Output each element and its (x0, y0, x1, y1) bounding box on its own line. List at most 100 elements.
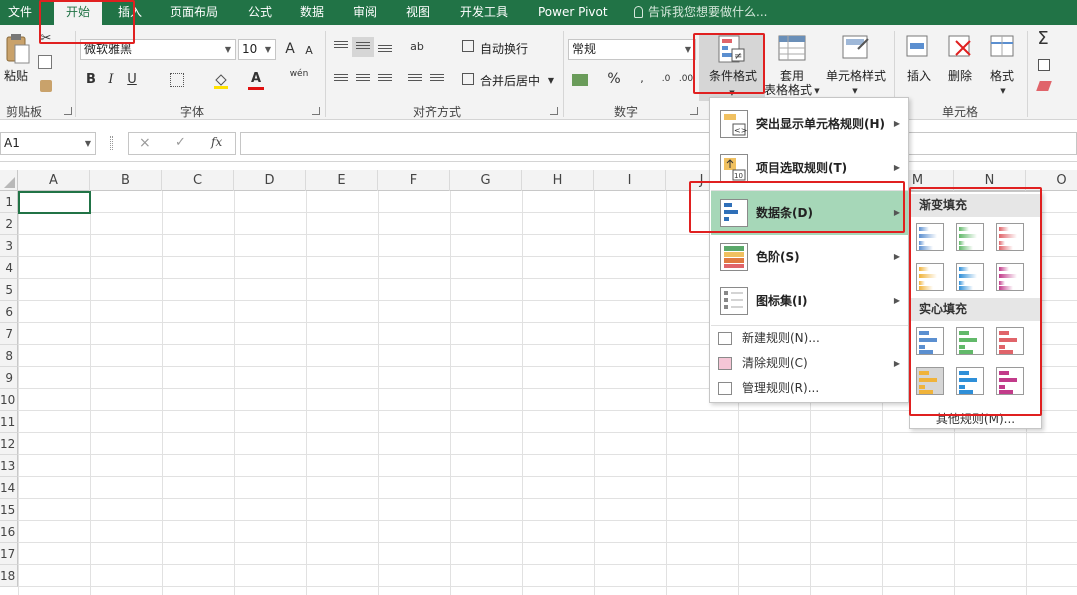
paste-button[interactable] (4, 33, 30, 67)
name-box[interactable]: A1 ▼ (0, 132, 96, 155)
align-center-icon[interactable] (356, 74, 370, 86)
resize-handle[interactable] (110, 136, 113, 150)
active-cell[interactable] (18, 191, 91, 214)
clipboard-launcher-icon[interactable] (64, 107, 72, 115)
align-right-icon[interactable] (378, 74, 392, 86)
row-header[interactable]: 17 (0, 543, 18, 565)
row-header[interactable]: 2 (0, 213, 18, 235)
menu-item-icon-sets[interactable]: 图标集(I) ▶ (711, 279, 908, 323)
menu-item-new-rule[interactable]: 新建规则(N)... (711, 326, 908, 351)
shrink-font-button[interactable]: A (302, 43, 316, 59)
font-launcher-icon[interactable] (312, 107, 320, 115)
column-header[interactable]: I (594, 170, 666, 191)
column-header[interactable]: G (450, 170, 522, 191)
row-header[interactable]: 9 (0, 367, 18, 389)
chevron-down-icon[interactable]: ▼ (998, 83, 1008, 99)
row-header[interactable]: 3 (0, 235, 18, 257)
decrease-decimal-icon[interactable]: .00 (678, 71, 694, 87)
cell-styles-button[interactable]: 单元格样式 (826, 67, 886, 84)
row-header[interactable]: 16 (0, 521, 18, 543)
tab-data[interactable]: 数据 (294, 0, 330, 25)
menu-item-manage-rules[interactable]: 管理规则(R)... (711, 376, 908, 401)
align-left-icon[interactable] (334, 74, 348, 86)
tab-page-layout[interactable]: 页面布局 (164, 0, 224, 25)
menu-item-color-scales[interactable]: 色阶(S) ▶ (711, 235, 908, 279)
row-header[interactable]: 1 (0, 191, 18, 213)
align-top-icon[interactable] (334, 41, 348, 53)
row-header[interactable]: 4 (0, 257, 18, 279)
row-header[interactable]: 10 (0, 389, 18, 411)
comma-style-icon[interactable]: , (632, 71, 652, 87)
autosum-icon[interactable]: Σ (1034, 30, 1052, 48)
formula-input[interactable] (240, 132, 1077, 155)
delete-cells-icon[interactable] (948, 35, 974, 63)
row-header[interactable]: 11 (0, 411, 18, 433)
format-as-table-icon[interactable] (778, 35, 808, 63)
tab-formulas[interactable]: 公式 (242, 0, 278, 25)
merge-center-button[interactable]: 合并后居中 (480, 72, 540, 89)
row-header[interactable]: 6 (0, 301, 18, 323)
orientation-icon[interactable]: ab (408, 39, 426, 55)
column-header[interactable]: A (18, 170, 90, 191)
bold-button[interactable]: B (84, 72, 98, 88)
grow-font-button[interactable]: A (282, 41, 298, 57)
row-header[interactable]: 13 (0, 455, 18, 477)
fill-color-button[interactable] (213, 73, 229, 89)
number-format-combo[interactable]: 常规 ▼ (568, 39, 696, 60)
decrease-indent-icon[interactable] (408, 74, 422, 86)
select-all-button[interactable] (0, 170, 18, 191)
format-as-table-label-2[interactable]: 表格格式 (764, 81, 812, 98)
row-header[interactable]: 8 (0, 345, 18, 367)
row-header[interactable]: 15 (0, 499, 18, 521)
increase-indent-icon[interactable] (430, 74, 444, 86)
insert-cells-button[interactable]: 插入 (907, 67, 931, 84)
cancel-icon[interactable]: × (139, 135, 151, 151)
column-header[interactable]: E (306, 170, 378, 191)
enter-icon[interactable]: ✓ (175, 135, 186, 150)
tab-file[interactable]: 文件 (2, 0, 38, 25)
column-header[interactable]: D (234, 170, 306, 191)
delete-cells-button[interactable]: 删除 (948, 67, 972, 84)
fill-down-icon[interactable] (1038, 59, 1050, 71)
row-header[interactable]: 5 (0, 279, 18, 301)
tab-view[interactable]: 视图 (400, 0, 436, 25)
borders-icon[interactable] (170, 73, 184, 87)
accounting-format-icon[interactable] (572, 74, 588, 86)
percent-button[interactable]: % (606, 71, 622, 87)
row-header[interactable]: 7 (0, 323, 18, 345)
tell-me-search[interactable]: 告诉我您想要做什么... (634, 0, 767, 25)
copy-icon[interactable] (38, 55, 52, 69)
insert-cells-icon[interactable] (906, 35, 930, 63)
column-header[interactable]: C (162, 170, 234, 191)
column-header[interactable]: B (90, 170, 162, 191)
cell-styles-icon[interactable] (842, 35, 872, 63)
align-bottom-icon[interactable] (378, 45, 392, 57)
increase-decimal-icon[interactable]: .0 (658, 71, 674, 87)
menu-item-clear-rules[interactable]: 清除规则(C) ▶ (711, 351, 908, 376)
chevron-down-icon[interactable]: ▼ (546, 73, 556, 89)
font-size-combo[interactable]: 10 ▼ (238, 39, 276, 60)
column-header[interactable]: F (378, 170, 450, 191)
format-cells-icon[interactable] (990, 35, 1016, 63)
row-header[interactable]: 14 (0, 477, 18, 499)
menu-item-highlight-rules[interactable]: <> 突出显示单元格规则(H) ▶ (711, 102, 908, 146)
italic-button[interactable]: I (104, 72, 118, 88)
phonetic-button[interactable]: wén (288, 69, 310, 79)
insert-function-button[interactable]: fx (211, 135, 222, 149)
column-header[interactable]: H (522, 170, 594, 191)
row-header[interactable]: 18 (0, 565, 18, 587)
row-header[interactable]: 12 (0, 433, 18, 455)
tab-power-pivot[interactable]: Power Pivot (532, 0, 614, 25)
wrap-text-button[interactable]: 自动换行 (480, 40, 528, 57)
eraser-icon[interactable] (1036, 81, 1052, 91)
tab-developer[interactable]: 开发工具 (454, 0, 514, 25)
alignment-launcher-icon[interactable] (550, 107, 558, 115)
format-cells-button[interactable]: 格式 (990, 67, 1014, 84)
annotation-box-data-bars (689, 181, 905, 233)
format-painter-icon[interactable] (40, 80, 52, 92)
underline-button[interactable]: U (125, 72, 139, 88)
align-middle-button[interactable] (352, 37, 374, 57)
number-launcher-icon[interactable] (690, 107, 698, 115)
font-color-button[interactable]: A (248, 71, 264, 90)
tab-review[interactable]: 审阅 (347, 0, 383, 25)
